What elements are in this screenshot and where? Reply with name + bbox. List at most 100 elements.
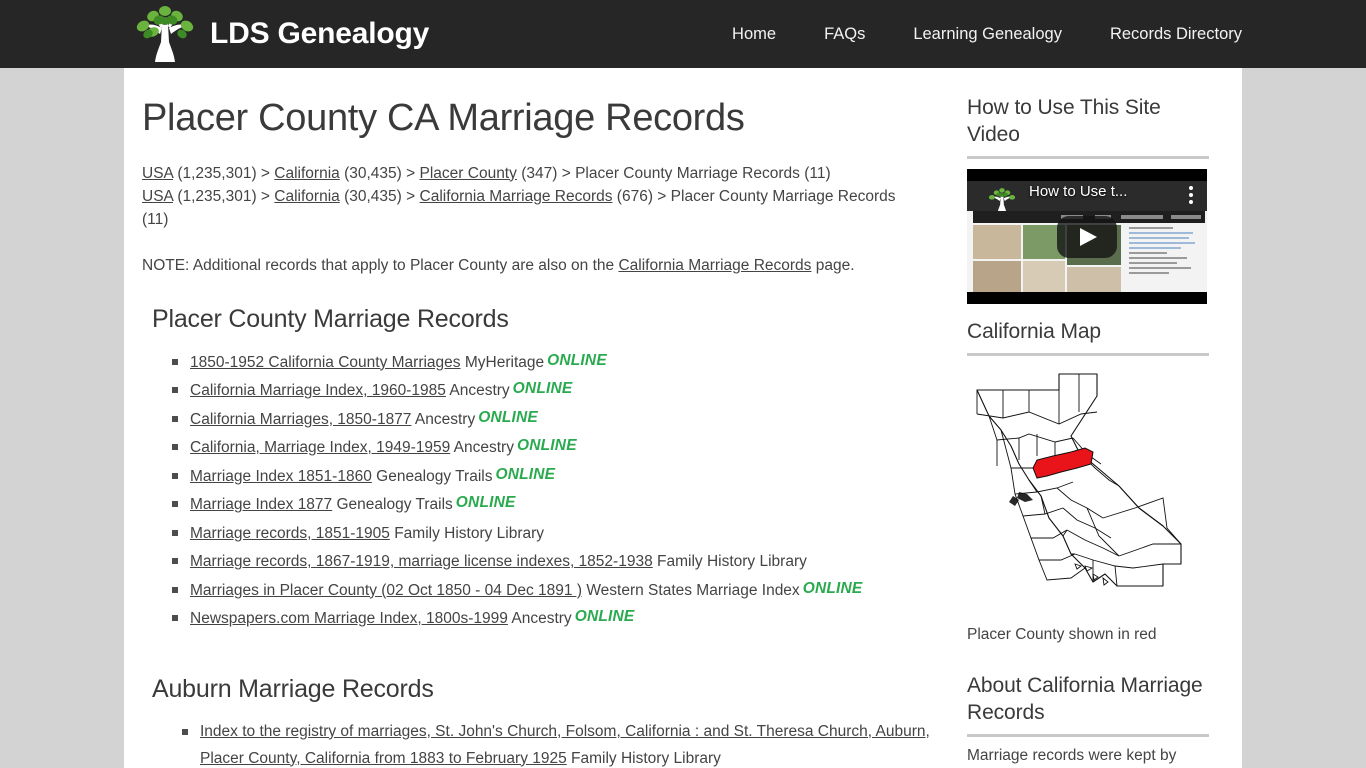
california-county-map (967, 368, 1209, 618)
breadcrumb2-count-ca-marriage: (676) (616, 187, 653, 205)
record-source: Family History Library (657, 553, 807, 571)
nav-item-records-directory[interactable]: Records Directory (1086, 25, 1242, 44)
site-logo-link[interactable]: LDS Genealogy (128, 4, 429, 64)
record-link[interactable]: California, Marriage Index, 1949-1959 (190, 439, 450, 456)
breadcrumb-link-placer-county[interactable]: Placer County (420, 165, 517, 182)
online-badge: ONLINE (512, 380, 573, 398)
list-item: California Marriages, 1850-1877 Ancestry… (172, 405, 942, 434)
breadcrumb-line-1: USA (1,235,301) > California (30,435) > … (142, 165, 831, 182)
placer-records-list: 1850-1952 California County Marriages My… (142, 348, 942, 633)
sidebar-map-block: California Map Placer County shown in re… (967, 318, 1209, 644)
main-navigation: Home FAQs Learning Genealogy Records Dir… (708, 0, 1242, 68)
nav-item-home[interactable]: Home (708, 25, 800, 44)
breadcrumb2-link-usa[interactable]: USA (142, 188, 173, 205)
breadcrumb-count-california: (30,435) (344, 164, 402, 182)
sidebar: How to Use This Site Video How to Use t.… (967, 94, 1209, 767)
list-item: California, Marriage Index, 1949-1959 An… (172, 433, 942, 462)
divider (967, 156, 1209, 159)
video-player[interactable]: How to Use t... (967, 169, 1207, 304)
record-source: Ancestry (449, 382, 510, 400)
video-text-lines (1129, 227, 1203, 277)
record-link[interactable]: Marriage Index 1877 (190, 496, 332, 513)
auburn-records-list: Index to the registry of marriages, St. … (142, 718, 942, 768)
site-header: LDS Genealogy Home FAQs Learning Genealo… (0, 0, 1366, 68)
play-button-icon[interactable] (1057, 215, 1117, 258)
section-title-auburn: Auburn Marriage Records (152, 674, 434, 703)
note-paragraph: NOTE: Additional records that apply to P… (142, 255, 942, 277)
record-link[interactable]: Marriage Index 1851-1860 (190, 468, 372, 485)
list-item: Marriages in Placer County (02 Oct 1850 … (172, 576, 942, 605)
breadcrumb-separator: > (260, 164, 270, 182)
divider (967, 353, 1209, 356)
breadcrumb-link-usa[interactable]: USA (142, 165, 173, 182)
sidebar-video-block: How to Use This Site Video How to Use t.… (967, 94, 1209, 304)
record-link[interactable]: California Marriages, 1850-1877 (190, 411, 411, 428)
breadcrumb-separator: > (260, 187, 270, 205)
breadcrumb-count-placer: (347) (521, 164, 558, 182)
list-item: Index to the registry of marriages, St. … (182, 718, 942, 768)
map-caption: Placer County shown in red (967, 626, 1157, 643)
tree-logo-icon (128, 4, 202, 64)
nav-item-faqs[interactable]: FAQs (800, 25, 889, 44)
online-badge: ONLINE (495, 465, 556, 483)
online-badge: ONLINE (478, 408, 538, 426)
record-link[interactable]: Marriages in Placer County (02 Oct 1850 … (190, 582, 582, 599)
record-link[interactable]: California Marriage Index, 1960-1985 (190, 382, 446, 399)
sidebar-heading-map: California Map (967, 320, 1101, 343)
page-root: LDS Genealogy Home FAQs Learning Genealo… (0, 0, 1366, 768)
breadcrumb: USA (1,235,301) > California (30,435) > … (142, 162, 902, 231)
online-badge: ONLINE (574, 608, 635, 626)
list-item: Marriage records, 1851-1905 Family Histo… (172, 519, 942, 548)
record-link[interactable]: Marriage records, 1867-1919, marriage li… (190, 553, 653, 570)
breadcrumb-separator: > (657, 187, 667, 205)
breadcrumb-line-2: USA (1,235,301) > California (30,435) > … (142, 188, 896, 228)
sidebar-about-block: About California Marriage Records Marria… (967, 672, 1209, 767)
sidebar-heading-about: About California Marriage Records (967, 674, 1203, 724)
section-title-placer: Placer County Marriage Records (152, 304, 509, 333)
online-badge: ONLINE (802, 579, 863, 597)
breadcrumb-separator: > (406, 164, 416, 182)
breadcrumb-link-california[interactable]: California (274, 165, 339, 182)
online-badge: ONLINE (455, 494, 516, 512)
list-item: 1850-1952 California County Marriages My… (172, 348, 942, 377)
sidebar-heading-video: How to Use This Site Video (967, 96, 1161, 146)
breadcrumb2-count-california: (30,435) (344, 187, 402, 205)
main-content: Placer County CA Marriage Records USA (1… (142, 68, 942, 768)
nav-item-learning-genealogy[interactable]: Learning Genealogy (889, 25, 1086, 44)
record-source: Family History Library (571, 749, 721, 767)
record-source: Genealogy Trails (336, 496, 453, 514)
breadcrumb2-link-california[interactable]: California (274, 188, 339, 205)
record-source: Genealogy Trails (376, 467, 493, 485)
site-brand-name: LDS Genealogy (210, 17, 430, 50)
record-source: Ancestry (414, 410, 476, 428)
breadcrumb2-count-usa: (1,235,301) (177, 187, 257, 205)
breadcrumb-current: Placer County Marriage Records (11) (575, 164, 831, 182)
about-text: Marriage records were kept by (967, 747, 1177, 764)
list-item: Newspapers.com Marriage Index, 1800s-199… (172, 604, 942, 633)
note-text-before: NOTE: Additional records that apply to P… (142, 256, 619, 274)
record-link[interactable]: Marriage records, 1851-1905 (190, 525, 390, 542)
record-link[interactable]: 1850-1952 California County Marriages (190, 354, 461, 371)
page-container: Placer County CA Marriage Records USA (1… (124, 68, 1242, 768)
kebab-menu-icon[interactable] (1189, 186, 1193, 204)
breadcrumb-count-usa: (1,235,301) (177, 164, 257, 182)
record-source: Western States Marriage Index (586, 581, 800, 599)
page-title: Placer County CA Marriage Records (142, 97, 745, 139)
breadcrumb2-link-ca-marriage-records[interactable]: California Marriage Records (420, 188, 613, 205)
record-source: Ancestry (511, 610, 572, 628)
list-item: California Marriage Index, 1960-1985 Anc… (172, 376, 942, 405)
note-text-after: page. (811, 256, 855, 274)
record-source: MyHeritage (464, 353, 545, 371)
note-link-ca-marriage-records[interactable]: California Marriage Records (618, 257, 811, 274)
record-link[interactable]: Newspapers.com Marriage Index, 1800s-199… (190, 610, 508, 627)
video-title: How to Use t... (1029, 183, 1128, 200)
list-item: Marriage Index 1877 Genealogy Trails ONLI… (172, 490, 942, 519)
breadcrumb-separator: > (561, 164, 571, 182)
list-item: Marriage records, 1867-1919, marriage li… (172, 547, 942, 576)
online-badge: ONLINE (516, 437, 577, 455)
record-source: Ancestry (453, 439, 514, 457)
record-link[interactable]: Index to the registry of marriages, St. … (200, 723, 930, 767)
breadcrumb-separator: > (406, 187, 416, 205)
online-badge: ONLINE (547, 351, 607, 369)
divider (967, 734, 1209, 737)
